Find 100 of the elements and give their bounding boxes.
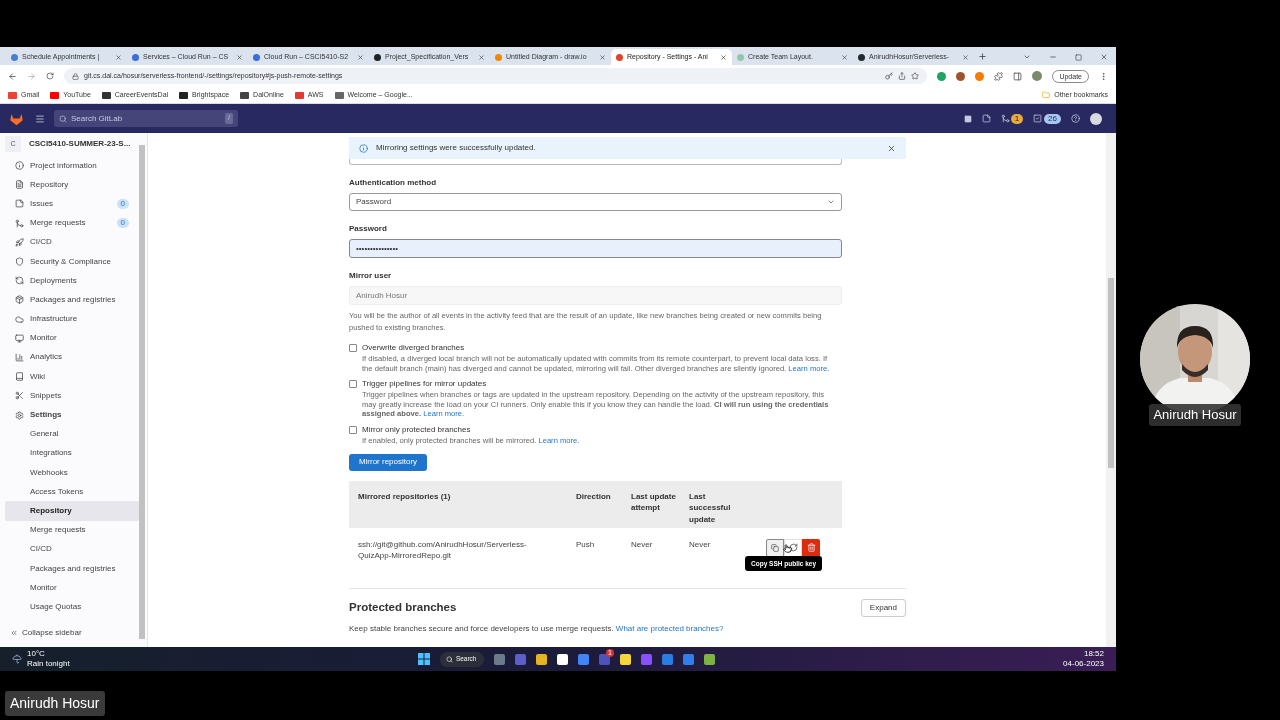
close-icon[interactable] xyxy=(599,53,606,61)
sidebar-item[interactable]: Snippets xyxy=(5,386,139,406)
bookmark-icon xyxy=(8,91,17,99)
lock-icon xyxy=(72,72,79,80)
monitor-icon xyxy=(15,333,24,343)
close-icon[interactable] xyxy=(720,53,727,61)
copy-button[interactable] xyxy=(766,538,784,557)
app-icon[interactable] xyxy=(535,653,547,665)
back-icon[interactable] xyxy=(8,71,17,81)
collapse-sidebar-button[interactable]: Collapse sidebar xyxy=(5,627,139,639)
sidebar-item[interactable]: Wiki xyxy=(5,367,139,387)
checkbox[interactable] xyxy=(349,380,357,389)
field-label: Authentication method xyxy=(349,177,438,189)
sidebar-item[interactable]: Webhooks xyxy=(5,463,139,483)
clock[interactable]: 18:52 04-06-2023 xyxy=(1063,649,1104,669)
user-avatar[interactable] xyxy=(1090,112,1102,125)
menu-icon[interactable] xyxy=(1099,71,1108,81)
chevron-down-icon[interactable] xyxy=(1023,53,1031,61)
sidebar-item[interactable]: General xyxy=(5,424,139,444)
checkbox[interactable] xyxy=(349,425,357,434)
sidebar-item[interactable]: CI/CD xyxy=(5,232,139,252)
package-icon xyxy=(15,295,24,305)
close-icon[interactable] xyxy=(962,53,969,61)
menu-icon[interactable] xyxy=(35,113,45,124)
merge-icon xyxy=(1000,114,1010,123)
new-tab-icon[interactable] xyxy=(978,52,987,61)
scrollbar[interactable] xyxy=(139,145,145,639)
clipboard-icon xyxy=(771,543,779,552)
issues-icon[interactable] xyxy=(981,114,991,123)
app-icon[interactable] xyxy=(619,653,631,665)
column-header: Last successful update xyxy=(689,490,732,526)
sidebar-item[interactable]: Infrastructure xyxy=(5,309,139,329)
section-description: Keep stable branches secure and force developers to use merge requests. What are protected branches? xyxy=(349,622,725,635)
column-header: Direction xyxy=(576,490,612,503)
sidebar-item[interactable]: Repository xyxy=(5,175,139,195)
sidebar-item[interactable]: Usage Quotas xyxy=(5,597,139,617)
close-icon[interactable] xyxy=(236,53,243,61)
password-field[interactable]: ••••••••••••••• xyxy=(349,239,842,258)
count-badge: 0 xyxy=(116,218,129,229)
chevron-down-icon xyxy=(827,198,835,206)
checkbox-label: Mirror only protected branches xyxy=(362,423,471,436)
reload-icon[interactable] xyxy=(46,72,54,80)
weather-widget[interactable]: 10°C Rain tonight xyxy=(27,649,70,669)
checkbox-label: Trigger pipelines for mirror updates xyxy=(362,378,487,391)
star-icon[interactable] xyxy=(911,72,920,80)
refresh-icon xyxy=(788,543,798,553)
sidebar-item[interactable]: Access Tokens xyxy=(5,482,139,502)
mirror-repository-button[interactable]: Mirror repository xyxy=(349,453,427,471)
sidebar-item[interactable]: Monitor xyxy=(5,328,139,348)
close-icon[interactable] xyxy=(478,53,485,61)
merge-icon xyxy=(15,218,24,228)
app-icon[interactable] xyxy=(556,653,568,665)
help-link[interactable]: What are protected branches? xyxy=(615,623,724,633)
scrollbar[interactable] xyxy=(1108,278,1114,468)
shield-icon xyxy=(15,257,24,267)
expand-button[interactable]: Expand xyxy=(860,598,906,617)
input-field[interactable] xyxy=(349,159,842,165)
close-icon[interactable] xyxy=(887,143,896,153)
sidebar-item[interactable]: CI/CD xyxy=(5,539,139,559)
info-icon xyxy=(359,143,368,153)
bookmark-icon xyxy=(101,91,111,99)
sidebar-item[interactable]: Security & Compliance xyxy=(5,251,139,272)
sidebar-item[interactable]: Issues 0 xyxy=(5,194,139,214)
sidebar-item[interactable]: Repository xyxy=(5,501,139,521)
sidebar-item[interactable]: Settings xyxy=(5,405,139,425)
column-header: Mirrored repositories (1) xyxy=(358,490,452,503)
sidebar-item[interactable]: Analytics xyxy=(5,347,139,368)
share-icon[interactable] xyxy=(898,72,907,80)
app-icon[interactable] xyxy=(703,653,715,665)
sidebar-item[interactable]: Monitor xyxy=(5,578,139,598)
sidebar-item[interactable]: Integrations xyxy=(5,443,139,463)
settings-icon xyxy=(15,410,24,420)
table-cell-text: Never xyxy=(689,538,712,551)
side-panel-icon[interactable] xyxy=(1013,71,1023,81)
project-name[interactable]: CSCI5410-SUMMER-23-S... xyxy=(29,138,131,150)
sidebar-item[interactable]: Packages and registries xyxy=(5,558,139,579)
delete-button[interactable] xyxy=(802,538,820,557)
book-icon xyxy=(15,372,24,382)
select-field[interactable]: Password xyxy=(349,193,842,211)
search-icon xyxy=(59,114,67,123)
close-icon[interactable] xyxy=(357,53,364,61)
help-icon[interactable] xyxy=(1071,114,1080,123)
close-icon[interactable] xyxy=(115,53,122,61)
maximize-icon[interactable] xyxy=(1075,53,1082,61)
close-icon[interactable] xyxy=(841,53,848,61)
sidebar-item[interactable]: Merge requests xyxy=(5,520,139,540)
checkbox[interactable] xyxy=(349,344,357,352)
bookmark-icon xyxy=(240,91,250,99)
extensions-icon[interactable] xyxy=(994,71,1004,81)
windows-start-icon[interactable] xyxy=(417,653,430,665)
sidebar-item[interactable]: Merge requests 0 xyxy=(5,213,139,233)
fox-logo-icon[interactable] xyxy=(9,111,24,126)
sidebar-item[interactable]: Packages and registries xyxy=(5,290,139,310)
sidebar-item[interactable]: Deployments xyxy=(5,271,139,291)
cycle-icon xyxy=(15,276,24,286)
close-icon[interactable] xyxy=(1100,53,1108,61)
key-icon[interactable] xyxy=(885,72,894,80)
folder-icon xyxy=(1042,91,1051,99)
profile-avatar[interactable] xyxy=(1032,71,1043,81)
sidebar-item[interactable]: Project information xyxy=(5,156,139,176)
